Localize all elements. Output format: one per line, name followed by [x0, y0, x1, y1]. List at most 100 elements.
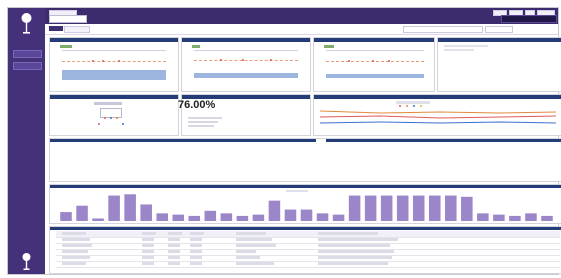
chart-baseline [194, 50, 298, 51]
table-cell [168, 262, 180, 265]
column-header [190, 232, 204, 235]
histogram-bar [92, 218, 104, 221]
histogram-bar [541, 215, 553, 221]
histogram-bar [268, 200, 281, 221]
histogram-panel [49, 184, 561, 224]
table-cell [318, 238, 398, 241]
data-point [372, 60, 374, 62]
table-cell [236, 250, 256, 253]
threshold-line [194, 60, 298, 61]
table-cell [236, 256, 260, 259]
table-cell [142, 256, 154, 259]
data-point [220, 59, 222, 61]
histogram-bar [188, 215, 201, 221]
column-header [318, 232, 378, 235]
table-cell [168, 250, 180, 253]
column-header [168, 232, 182, 235]
data-point [348, 60, 350, 62]
histogram-bar [428, 195, 441, 221]
tab-active[interactable] [49, 26, 63, 31]
panel-header [50, 227, 561, 230]
sidebar-item-1[interactable] [13, 50, 42, 58]
trend-line-red [320, 115, 556, 119]
timeline-panel [49, 138, 561, 182]
histogram-bar [316, 213, 329, 221]
panel-header [50, 38, 178, 42]
histogram-bar [172, 214, 185, 221]
top-panel-2 [181, 37, 311, 92]
histogram-bar [124, 194, 136, 221]
data-point [102, 60, 104, 62]
top-search-input[interactable] [501, 15, 557, 23]
table-cell [142, 250, 154, 253]
diagram-marker [116, 117, 118, 119]
table-cell [190, 244, 202, 247]
filter-input[interactable] [403, 26, 483, 33]
histogram-chart [60, 194, 553, 221]
sidebar [8, 8, 45, 274]
table-cell [318, 250, 394, 253]
stat-indicator [324, 45, 334, 48]
data-point [242, 59, 244, 61]
top-bar [45, 8, 558, 24]
histogram-bar [509, 215, 521, 221]
histogram-bar [300, 209, 313, 221]
histogram-bar [60, 212, 72, 221]
table-cell [142, 244, 154, 247]
app-title-box [49, 15, 87, 23]
chart-baseline [62, 50, 166, 51]
table-cell [190, 262, 202, 265]
threshold-line [326, 61, 424, 62]
area-band [194, 73, 298, 78]
sub-toolbar [45, 24, 558, 35]
top-panel-1 [49, 37, 179, 92]
legend [396, 101, 430, 104]
sidebar-item-2[interactable] [13, 62, 42, 70]
histogram-bar [76, 205, 88, 221]
table-row[interactable] [56, 261, 560, 268]
histogram-bar [156, 213, 168, 221]
trend-line-orange [320, 110, 556, 114]
histogram-bar [204, 210, 217, 221]
table-cell [142, 262, 154, 265]
threshold-line [62, 61, 166, 62]
filter-button[interactable] [485, 26, 513, 33]
histogram-bar [461, 196, 473, 221]
panel-header [50, 139, 561, 142]
table-cell [62, 256, 90, 259]
histogram-bar [236, 215, 249, 221]
table-cell [236, 244, 276, 247]
data-point [92, 60, 94, 62]
data-point [388, 60, 390, 62]
tab-inactive[interactable] [64, 26, 90, 33]
histogram-bar [525, 213, 537, 221]
text-line [444, 45, 488, 47]
histogram-bar [348, 195, 361, 221]
top-panel-4 [437, 37, 561, 92]
mid-panel-1 [49, 94, 179, 136]
panel-header [314, 95, 561, 99]
column-header [142, 232, 156, 235]
histogram-bar [252, 214, 265, 221]
table-cell [236, 262, 274, 265]
table-cell [190, 250, 202, 253]
table-cell [318, 262, 388, 265]
histogram-bar [412, 195, 425, 221]
column-header [236, 232, 266, 235]
timeline-control[interactable] [316, 139, 326, 142]
text-line [188, 121, 218, 123]
diagram-marker [104, 117, 106, 119]
histogram-legend [286, 190, 308, 192]
footer-logo-icon [22, 253, 31, 270]
table-cell [62, 238, 90, 241]
panel-header [50, 95, 178, 99]
table-cell [236, 238, 272, 241]
histogram-bar [284, 209, 297, 221]
histogram-bar [477, 213, 489, 221]
area-band [326, 74, 424, 78]
data-point [270, 59, 272, 61]
histogram-bar [332, 214, 345, 221]
diagram-marker [122, 123, 124, 125]
histogram-bar [108, 195, 120, 221]
table-cell [168, 256, 180, 259]
